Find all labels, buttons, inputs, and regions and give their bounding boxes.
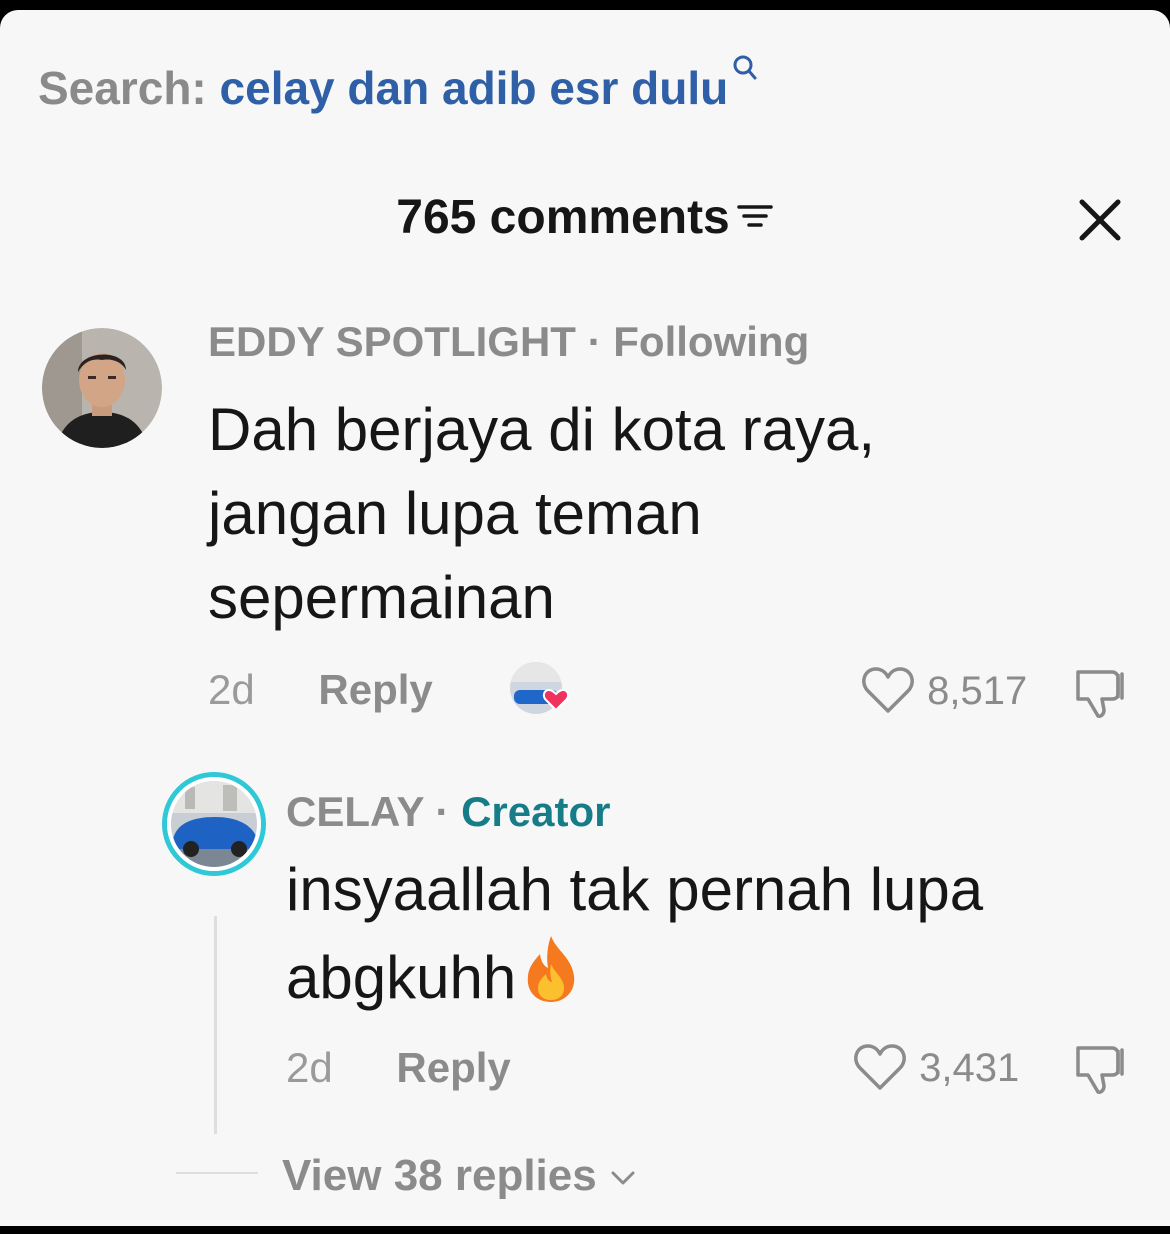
reply-text-line: abgkuhh	[286, 944, 517, 1011]
search-suggestion[interactable]: Search: celay dan adib esr dulu	[38, 55, 758, 118]
reply-time: 2d	[286, 1044, 333, 1091]
comments-header: 765 comments	[0, 188, 1170, 250]
comment-text-line: Dah berjaya di kota raya,	[208, 396, 876, 463]
chevron-down-icon	[609, 1146, 637, 1202]
comments-count: 765 comments	[396, 191, 730, 244]
comments-sheet: Search: celay dan adib esr dulu 765 comm…	[0, 10, 1170, 1226]
fire-emoji	[520, 932, 582, 1026]
reply-button[interactable]: Reply	[318, 666, 432, 713]
comment-time: 2d	[208, 666, 255, 713]
comment-meta: EDDY SPOTLIGHT · Following	[208, 316, 809, 368]
reply-text: insyaallah tak pernah lupa abgkuhh	[286, 848, 1146, 1026]
like-group: 3,431	[852, 1042, 1019, 1095]
comment-actions: 2d Reply	[208, 664, 433, 716]
thread-line	[214, 916, 217, 1134]
dislike-icon[interactable]	[1072, 1042, 1128, 1101]
dislike-icon[interactable]	[1072, 666, 1128, 725]
reply-actions: 2d Reply	[286, 1042, 511, 1094]
reply-text-line: insyaallah tak pernah lupa	[286, 856, 984, 923]
meta-separator: ·	[587, 318, 602, 365]
comment-text-line: jangan lupa teman	[208, 480, 702, 547]
heart-icon[interactable]	[860, 667, 916, 714]
view-replies-label: View 38 replies	[282, 1151, 597, 1200]
search-icon[interactable]	[732, 36, 758, 96]
filter-icon[interactable]	[736, 186, 774, 246]
avatar-celay[interactable]	[162, 772, 266, 876]
comment-text: Dah berjaya di kota raya, jangan lupa te…	[208, 388, 1108, 640]
comment-author[interactable]: EDDY SPOTLIGHT	[208, 318, 576, 365]
reply-author[interactable]: CELAY	[286, 788, 424, 835]
reply-button[interactable]: Reply	[396, 1044, 510, 1091]
like-count: 8,517	[927, 669, 1028, 713]
search-prefix: Search:	[38, 62, 207, 114]
close-icon[interactable]	[1076, 196, 1124, 244]
like-group: 8,517	[860, 665, 1027, 718]
meta-separator: ·	[435, 788, 450, 835]
reply-meta: CELAY · Creator	[286, 786, 610, 838]
search-query[interactable]: celay dan adib esr dulu	[220, 62, 729, 114]
avatar-eddy-spotlight[interactable]	[42, 328, 162, 448]
view-replies-button[interactable]: View 38 replies	[282, 1148, 637, 1206]
creator-badge: Creator	[461, 788, 611, 835]
view-replies-divider	[176, 1172, 258, 1174]
creator-liked-badge	[510, 660, 574, 716]
following-badge: Following	[613, 318, 810, 365]
comment-text-line: sepermainan	[208, 564, 555, 631]
like-count: 3,431	[919, 1046, 1020, 1090]
heart-icon[interactable]	[852, 1044, 908, 1091]
